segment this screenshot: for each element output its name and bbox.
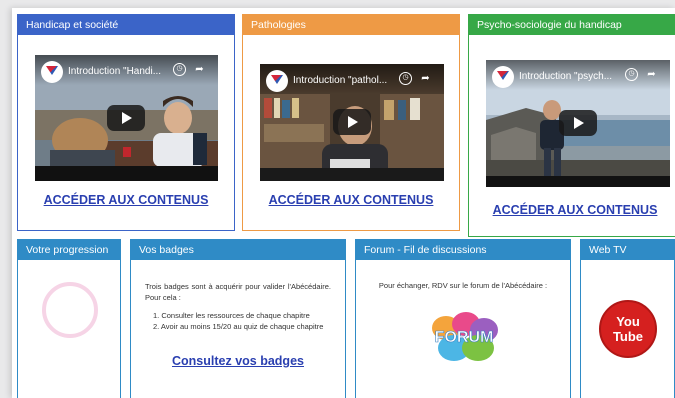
channel-logo-icon [41, 61, 63, 83]
channel-logo-icon [266, 70, 288, 92]
card-header: Pathologies [243, 15, 459, 35]
youtube-logo-line1: You [616, 314, 640, 329]
clock-icon[interactable]: ◷ [173, 63, 186, 76]
channel-logo-icon [492, 66, 514, 88]
video-player[interactable]: Introduction "Handi... ◷ ➦ [35, 55, 218, 181]
card-header: Votre progression [18, 240, 120, 260]
access-contents-link[interactable]: ACCÉDER AUX CONTENUS [243, 193, 459, 207]
clock-icon[interactable]: ◷ [399, 72, 412, 85]
card-pathologies: Pathologies Introduction "pathol... ◷ ➦ … [242, 14, 460, 231]
card-badges: Vos badges Trois badges sont à acquérir … [130, 239, 346, 398]
card-handicap-societe: Handicap et société Introduction "Handi.… [17, 14, 235, 231]
forum-text: Pour échanger, RDV sur le forum de l'Abé… [378, 281, 548, 290]
video-title: Introduction "pathol... [293, 75, 388, 86]
access-contents-link[interactable]: ACCÉDER AUX CONTENUS [469, 203, 675, 217]
access-contents-link[interactable]: ACCÉDER AUX CONTENUS [18, 193, 234, 207]
card-header: Web TV [581, 240, 674, 260]
badges-list: 1. Consulter les ressources de chaque ch… [153, 310, 333, 332]
share-icon[interactable]: ➦ [193, 63, 206, 76]
card-header: Psycho-sociologie du handicap [469, 15, 675, 35]
badges-intro: Trois badges sont à acquérir pour valide… [145, 282, 331, 302]
page: Handicap et société Introduction "Handi.… [12, 8, 675, 398]
consult-badges-link[interactable]: Consultez vos badges [131, 354, 345, 368]
play-icon[interactable] [333, 109, 371, 135]
youtube-logo-icon[interactable]: You Tube [597, 298, 659, 360]
card-header: Forum - Fil de discussions [356, 240, 570, 260]
video-player[interactable]: Introduction "pathol... ◷ ➦ [260, 64, 444, 181]
share-icon[interactable]: ➦ [645, 68, 658, 81]
progress-ring-icon [42, 282, 98, 338]
card-header: Handicap et société [18, 15, 234, 35]
list-item: 1. Consulter les ressources de chaque ch… [153, 311, 310, 320]
video-player[interactable]: Introduction "psych... ◷ ➦ [486, 60, 670, 187]
share-icon[interactable]: ➦ [419, 72, 432, 85]
youtube-logo-line2: Tube [613, 329, 643, 344]
play-icon[interactable] [107, 105, 145, 131]
clock-icon[interactable]: ◷ [625, 68, 638, 81]
card-psycho-sociologie: Psycho-sociologie du handicap Introducti… [468, 14, 675, 237]
video-title: Introduction "psych... [519, 71, 613, 82]
video-title: Introduction "Handi... [68, 66, 162, 77]
list-item: 2. Avoir au moins 15/20 au quiz de chaqu… [153, 322, 324, 331]
card-progression: Votre progression [17, 239, 121, 398]
card-forum: Forum - Fil de discussions Pour échanger… [355, 239, 571, 398]
card-header: Vos badges [131, 240, 345, 260]
forum-logo-text: FORUM [435, 329, 494, 346]
forum-logo-icon[interactable]: FORUM [424, 310, 504, 366]
play-icon[interactable] [559, 110, 597, 136]
card-webtv: Web TV You Tube [580, 239, 675, 398]
